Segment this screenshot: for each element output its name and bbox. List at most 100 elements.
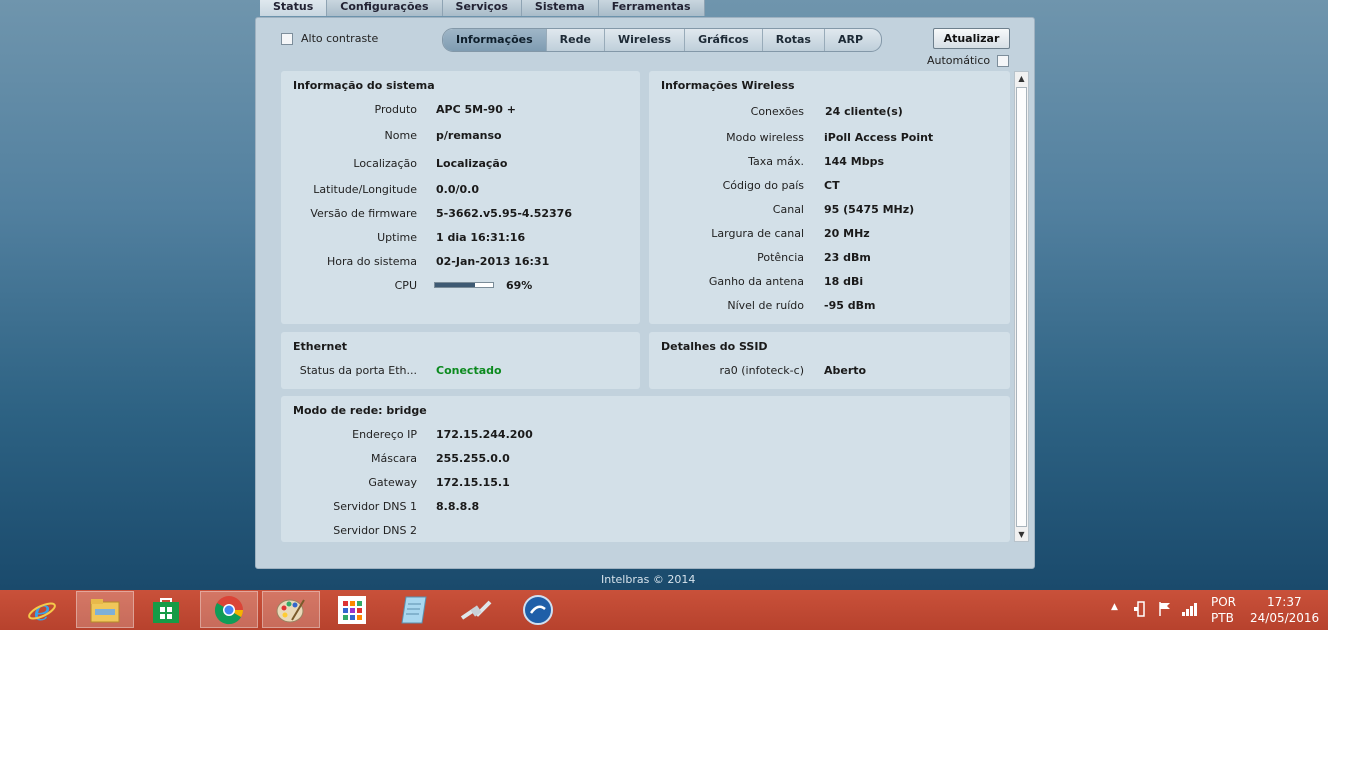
high-contrast-label: Alto contraste (301, 32, 379, 45)
row-key: CPU (394, 279, 417, 292)
row-key: Gateway (368, 476, 417, 489)
network-box: Modo de rede: bridge Endereço IP 172.15.… (281, 396, 1010, 542)
ethernet-box: Ethernet Status da porta Eth... Conectad… (281, 332, 640, 389)
row-key: Endereço IP (352, 428, 417, 441)
tray-power-icon[interactable] (1133, 601, 1149, 620)
row-key: Ganho da antena (708, 275, 804, 288)
row-value: -95 dBm (824, 299, 876, 312)
row-key: Potência (757, 251, 804, 264)
subtab-arp[interactable]: ARP (825, 29, 881, 51)
svg-text:e: e (34, 595, 51, 625)
tab-ferramentas[interactable]: Ferramentas (598, 0, 705, 16)
main-tab-bar: Status Configurações Serviços Sistema Fe… (260, 0, 705, 16)
update-button[interactable]: Atualizar (933, 28, 1010, 49)
chrome-icon[interactable] (200, 591, 258, 628)
ethernet-title: Ethernet (293, 340, 348, 353)
clock-time[interactable]: 17:37 (1267, 595, 1302, 609)
file-explorer-icon[interactable] (76, 591, 134, 628)
apps-grid-icon[interactable] (324, 591, 380, 628)
row-key: Nome (384, 129, 417, 142)
tray-expand-icon[interactable]: ▲ (1111, 602, 1118, 612)
row-key: Máscara (370, 452, 417, 465)
row-value: 0.0/0.0 (436, 183, 479, 196)
row-value: APC 5M-90 + (436, 103, 516, 116)
subtab-wireless[interactable]: Wireless (605, 29, 686, 51)
row-value: Localização (436, 157, 508, 170)
cpu-value: 69% (506, 279, 533, 292)
auto-checkbox[interactable] (997, 55, 1009, 67)
row-key: Canal (772, 203, 804, 216)
row-key: Status da porta Eth... (299, 364, 417, 377)
language-top[interactable]: POR (1211, 595, 1236, 609)
status-panel: Alto contraste Informações Rede Wireless… (255, 17, 1035, 569)
row-key: Código do país (722, 179, 804, 192)
row-value: p/remanso (436, 129, 502, 142)
row-key: Servidor DNS 1 (333, 500, 417, 513)
row-value: 24 cliente(s) (825, 105, 903, 118)
row-value: CT (824, 179, 840, 192)
row-key: Largura de canal (711, 227, 804, 240)
network-cable-icon[interactable] (448, 591, 504, 628)
tab-status[interactable]: Status (260, 0, 328, 16)
tab-configuracoes[interactable]: Configurações (327, 0, 443, 16)
sub-tab-bar: Informações Rede Wireless Gráficos Rotas… (442, 28, 883, 52)
notepad-icon[interactable] (386, 591, 442, 628)
row-value: 18 dBi (824, 275, 864, 288)
internet-explorer-icon[interactable]: e (14, 591, 70, 628)
row-value: Aberto (824, 364, 867, 377)
subtab-rotas[interactable]: Rotas (763, 29, 825, 51)
language-bottom[interactable]: PTB (1211, 611, 1234, 625)
row-value: 02-Jan-2013 16:31 (436, 255, 550, 268)
system-info-title: Informação do sistema (293, 79, 435, 92)
scroll-thumb[interactable] (1016, 87, 1027, 527)
row-value: 172.15.15.1 (436, 476, 510, 489)
tab-servicos[interactable]: Serviços (442, 0, 522, 16)
row-key: Hora do sistema (326, 255, 417, 268)
row-value: 23 dBm (824, 251, 871, 264)
row-value: 8.8.8.8 (436, 500, 480, 513)
clock-date[interactable]: 24/05/2016 (1250, 611, 1319, 625)
system-info-box: Informação do sistema Produto APC 5M-90 … (281, 71, 640, 324)
subtab-rede[interactable]: Rede (547, 29, 605, 51)
row-value: 20 MHz (824, 227, 870, 240)
ethernet-status: Conectado (436, 364, 502, 377)
wireless-info-box: Informações Wireless Conexões 24 cliente… (649, 71, 1010, 324)
auto-label: Automático (927, 54, 991, 67)
scroll-up-icon[interactable]: ▲ (1015, 72, 1028, 85)
tab-sistema[interactable]: Sistema (521, 0, 599, 16)
ssid-title: Detalhes do SSID (661, 340, 768, 353)
footer-copyright: Intelbras © 2014 (601, 573, 696, 586)
content-scrollbar[interactable]: ▲ ▼ (1014, 71, 1029, 542)
ssid-box: Detalhes do SSID ra0 (infoteck-c) Aberto (649, 332, 1010, 389)
network-title: Modo de rede: bridge (293, 404, 427, 417)
subtab-informacoes[interactable]: Informações (443, 29, 547, 51)
cpu-progress-fill (435, 283, 476, 287)
row-key: Servidor DNS 2 (333, 524, 417, 537)
desktop-background: Status Configurações Serviços Sistema Fe… (0, 0, 1328, 590)
row-value: 172.15.244.200 (436, 428, 533, 441)
row-key: Modo wireless (726, 131, 804, 144)
subtab-graficos[interactable]: Gráficos (685, 29, 763, 51)
windows-taskbar: e ▲ POR PTB 17:37 24/05/2016 (0, 590, 1328, 630)
store-icon[interactable] (138, 591, 194, 628)
row-key: Taxa máx. (748, 155, 804, 168)
row-value: 144 Mbps (824, 155, 885, 168)
row-value: 1 dia 16:31:16 (436, 231, 526, 244)
row-key: Conexões (750, 105, 804, 118)
scroll-down-icon[interactable]: ▼ (1015, 528, 1028, 541)
tray-flag-icon[interactable] (1157, 601, 1173, 620)
row-key: Produto (374, 103, 417, 116)
high-contrast-checkbox[interactable] (281, 33, 293, 45)
row-key: Latitude/Longitude (313, 183, 417, 196)
row-key: Uptime (377, 231, 417, 244)
row-key: Localização (353, 157, 417, 170)
cpu-progress-bar (434, 282, 494, 288)
paint-icon[interactable] (262, 591, 320, 628)
winbox-icon[interactable] (510, 591, 566, 628)
row-value: 5-3662.v5.95-4.52376 (436, 207, 572, 220)
row-value: 255.255.0.0 (436, 452, 510, 465)
row-key: ra0 (infoteck-c) (719, 364, 805, 377)
row-value: 95 (5475 MHz) (824, 203, 915, 216)
tray-network-icon[interactable] (1181, 601, 1199, 620)
wireless-info-title: Informações Wireless (661, 79, 795, 92)
